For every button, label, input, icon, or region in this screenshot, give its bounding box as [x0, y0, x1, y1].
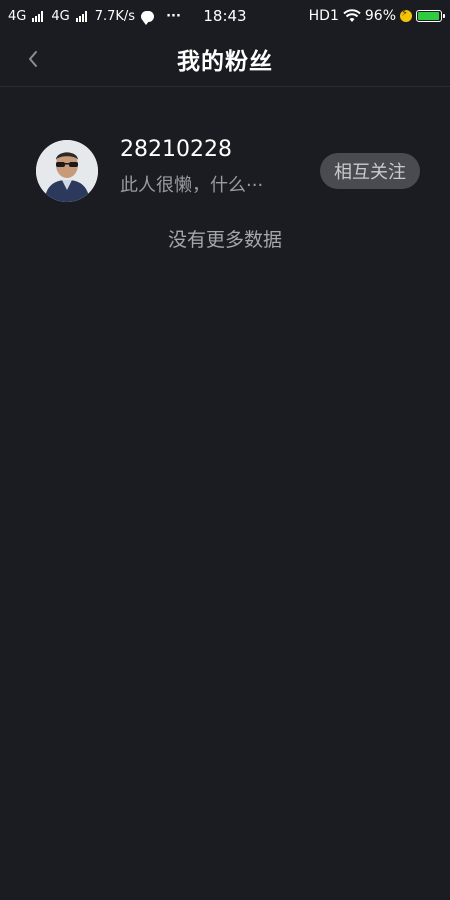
- header: 我的粉丝: [0, 32, 450, 87]
- status-bar: 4G 4G 7.7K/s ··· 18:43 HD1 96%: [0, 0, 450, 32]
- signal-icon: [75, 10, 87, 22]
- fan-bio: 此人很懒，什么···: [120, 175, 264, 196]
- mutual-follow-button[interactable]: 相互关注: [320, 153, 420, 189]
- status-right: HD1 96%: [308, 0, 445, 32]
- battery-fill: [418, 12, 440, 20]
- fan-name: 28210228: [120, 137, 232, 162]
- back-button[interactable]: [18, 44, 48, 74]
- page-title: 我的粉丝: [177, 49, 273, 75]
- network-type-2: 4G: [51, 8, 70, 24]
- signal-icon: [32, 10, 44, 22]
- list-item[interactable]: 28210228 此人很懒，什么··· 相互关注: [0, 127, 450, 215]
- wifi-icon: [343, 9, 361, 22]
- chevron-left-icon: [29, 51, 37, 67]
- network-speed: 7.7K/s: [94, 8, 136, 24]
- network-type-1: 4G: [8, 8, 27, 24]
- charging-icon: [400, 8, 412, 22]
- status-left: 4G 4G 7.7K/s ···: [8, 0, 181, 32]
- more-notifications: ···: [166, 8, 181, 24]
- no-more-data-text: 没有更多数据: [167, 229, 282, 251]
- avatar-image: [36, 140, 98, 202]
- battery-percent: 96%: [364, 8, 396, 24]
- chat-icon: [141, 10, 155, 25]
- battery-icon: [416, 10, 445, 22]
- avatar[interactable]: [36, 140, 98, 202]
- hd-indicator: HD1: [308, 8, 339, 24]
